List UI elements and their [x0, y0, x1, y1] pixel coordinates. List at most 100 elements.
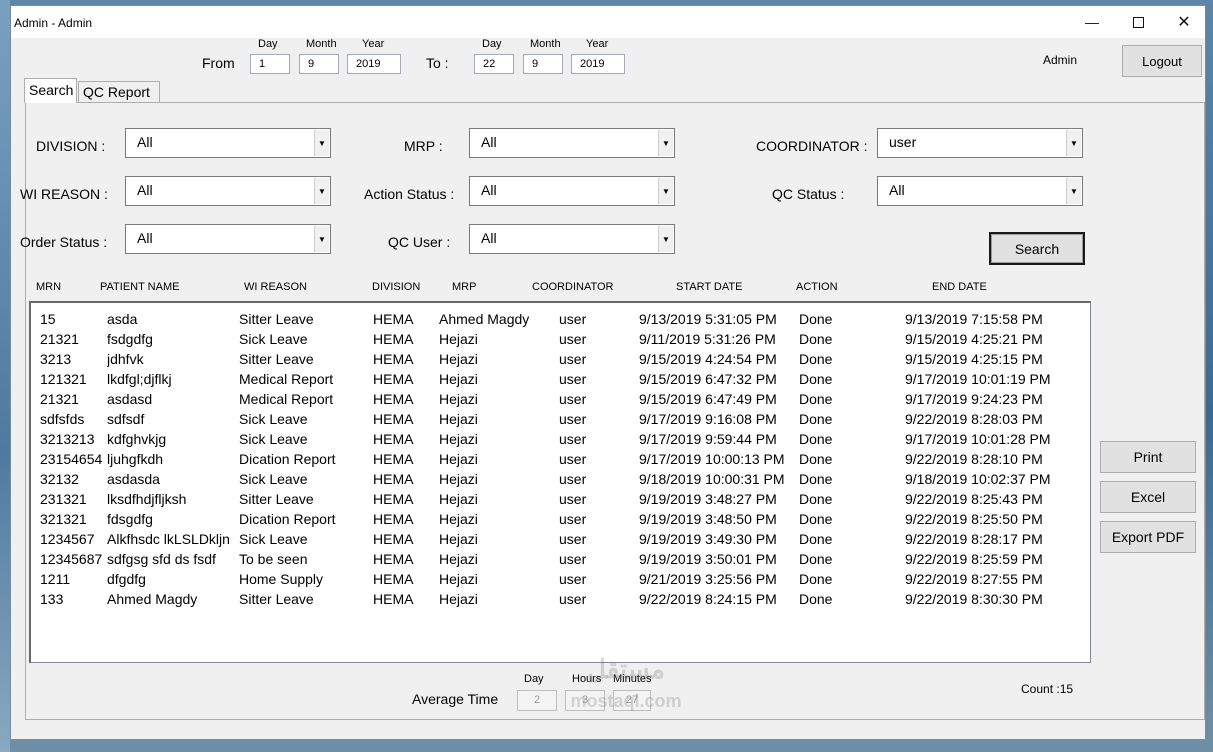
cell-action: Done [799, 311, 833, 327]
table-row[interactable]: 12345687 sdfgsg sfd ds fsdf To be seen HEMA… [31, 549, 1089, 569]
cell-mrp: Hejazi [439, 471, 478, 487]
cell-end-date: 9/18/2019 10:02:37 PM [905, 471, 1051, 487]
tab-qc-report[interactable]: QC Report [78, 81, 160, 103]
from-year-input[interactable]: 2019 [347, 54, 401, 74]
current-user-label: Admin [1043, 53, 1078, 67]
table-row[interactable]: 321321 fdsgdfg Dication Report HEMA Hejazi us… [31, 509, 1089, 529]
cell-patient-name: jdhfvk [107, 351, 144, 367]
cell-end-date: 9/22/2019 8:30:30 PM [905, 591, 1043, 607]
chevron-down-icon[interactable]: ▼ [1066, 130, 1081, 156]
cell-start-date: 9/17/2019 9:59:44 PM [639, 431, 777, 447]
coordinator-select[interactable]: user ▼ [877, 128, 1083, 158]
from-day-input[interactable]: 1 [250, 54, 290, 74]
cell-division: HEMA [373, 371, 414, 387]
cell-wi-reason: Dication Report [239, 451, 336, 467]
chevron-down-icon[interactable]: ▼ [314, 178, 329, 204]
cell-patient-name: dfgdfg [107, 571, 146, 587]
table-row[interactable]: 1211 dfgdfg Home Supply HEMA Hejazi user 9/21/… [31, 569, 1089, 589]
maximize-icon[interactable] [1115, 6, 1161, 38]
chevron-down-icon[interactable]: ▼ [314, 226, 329, 252]
table-row[interactable]: 231321 lksdfhdjfljksh Sitter Leave HEMA Heja… [31, 489, 1089, 509]
cell-coordinator: user [559, 571, 587, 587]
mrp-select[interactable]: All ▼ [469, 128, 675, 158]
cell-mrp: Hejazi [439, 351, 478, 367]
table-row[interactable]: 133 Ahmed Magdy Sitter Leave HEMA Hejazi user… [31, 589, 1089, 609]
cell-division: HEMA [373, 411, 414, 427]
cell-coordinator: user [559, 491, 587, 507]
cell-mrn: 21321 [40, 331, 79, 347]
logout-button[interactable]: Logout [1122, 45, 1202, 77]
cell-patient-name: fsdgdfg [107, 331, 153, 347]
to-year-input[interactable]: 2019 [571, 54, 625, 74]
cell-coordinator: user [559, 331, 587, 347]
average-time-label: Average Time [412, 691, 499, 707]
cell-start-date: 9/19/2019 3:48:50 PM [639, 511, 777, 527]
tab-search[interactable]: Search [24, 78, 77, 103]
table-row[interactable]: sdfsfds sdfsdf Sick Leave HEMA Hejazi user 9/1… [31, 409, 1089, 429]
cell-mrn: 121321 [40, 371, 87, 387]
cell-division: HEMA [373, 531, 414, 547]
chevron-down-icon[interactable]: ▼ [658, 130, 673, 156]
chevron-down-icon[interactable]: ▼ [314, 130, 329, 156]
to-label: To : [426, 55, 449, 71]
from-month-input[interactable]: 9 [299, 54, 339, 74]
cell-end-date: 9/15/2019 4:25:15 PM [905, 351, 1043, 367]
cell-coordinator: user [559, 511, 587, 527]
cell-division: HEMA [373, 591, 414, 607]
table-row[interactable]: 21321 fsdgdfg Sick Leave HEMA Hejazi user 9/11… [31, 329, 1089, 349]
column-header-division: DIVISION [372, 281, 421, 293]
from-label: From [202, 55, 235, 71]
wi-reason-value: All [137, 182, 153, 198]
cell-mrp: Hejazi [439, 491, 478, 507]
cell-mrn: 321321 [40, 511, 87, 527]
results-table[interactable]: 15 asda Sitter Leave HEMA Ahmed Magdy user 9/1… [29, 301, 1091, 663]
to-day-input[interactable]: 22 [474, 54, 514, 74]
table-row[interactable]: 15 asda Sitter Leave HEMA Ahmed Magdy user 9/1… [31, 309, 1089, 329]
cell-start-date: 9/17/2019 10:00:13 PM [639, 451, 785, 467]
action-status-select[interactable]: All ▼ [469, 176, 675, 206]
table-row[interactable]: 1234567 Alkfhsdc lkLSLDkljn Sick Leave HEMA… [31, 529, 1089, 549]
search-button[interactable]: Search [989, 232, 1085, 265]
cell-start-date: 9/22/2019 8:24:15 PM [639, 591, 777, 607]
table-row[interactable]: 32132 asdasda Sick Leave HEMA Hejazi user 9/18… [31, 469, 1089, 489]
cell-action: Done [799, 351, 833, 367]
chevron-down-icon[interactable]: ▼ [1066, 178, 1081, 204]
cell-coordinator: user [559, 551, 587, 567]
order-status-select[interactable]: All ▼ [125, 224, 331, 254]
cell-action: Done [799, 431, 833, 447]
export-pdf-button[interactable]: Export PDF [1100, 521, 1196, 553]
table-row[interactable]: 23154654 ljuhgfkdh Dication Report HEMA Heja… [31, 449, 1089, 469]
cell-mrn: sdfsfds [40, 411, 85, 427]
cell-division: HEMA [373, 571, 414, 587]
cell-mrp: Hejazi [439, 451, 478, 467]
table-row[interactable]: 3213 jdhfvk Sitter Leave HEMA Hejazi user 9/15… [31, 349, 1089, 369]
watermark-arabic: مستقل [587, 654, 665, 684]
cell-mrp: Hejazi [439, 411, 478, 427]
chevron-down-icon[interactable]: ▼ [658, 178, 673, 204]
division-label: DIVISION : [36, 138, 106, 154]
cell-action: Done [799, 591, 833, 607]
table-row[interactable]: 3213213 kdfghvkjg Sick Leave HEMA Hejazi user… [31, 429, 1089, 449]
close-icon[interactable]: ✕ [1161, 6, 1207, 38]
wi-reason-select[interactable]: All ▼ [125, 176, 331, 206]
cell-division: HEMA [373, 551, 414, 567]
table-row[interactable]: 121321 lkdfgl;djflkj Medical Report HEMA Hej… [31, 369, 1089, 389]
print-button[interactable]: Print [1100, 441, 1196, 473]
excel-button[interactable]: Excel [1100, 481, 1196, 513]
division-select[interactable]: All ▼ [125, 128, 331, 158]
chevron-down-icon[interactable]: ▼ [658, 226, 673, 252]
to-month-input[interactable]: 9 [523, 54, 563, 74]
table-row[interactable]: 21321 asdasd Medical Report HEMA Hejazi user 9… [31, 389, 1089, 409]
cell-patient-name: asdasd [107, 391, 153, 407]
app-window: Admin - Admin — ✕ Day Month Year From 1 … [10, 5, 1206, 740]
cell-wi-reason: Home Supply [239, 571, 324, 587]
minimize-icon[interactable]: — [1069, 6, 1115, 38]
column-header-mrn: MRN [36, 281, 62, 293]
cell-patient-name: sdfgsg sfd ds fsdf [107, 551, 216, 567]
cell-wi-reason: Sitter Leave [239, 591, 314, 607]
qc-status-select[interactable]: All ▼ [877, 176, 1083, 206]
from-month-label: Month [306, 38, 337, 50]
cell-mrn: 32132 [40, 471, 79, 487]
qc-user-select[interactable]: All ▼ [469, 224, 675, 254]
cell-wi-reason: Medical Report [239, 391, 334, 407]
